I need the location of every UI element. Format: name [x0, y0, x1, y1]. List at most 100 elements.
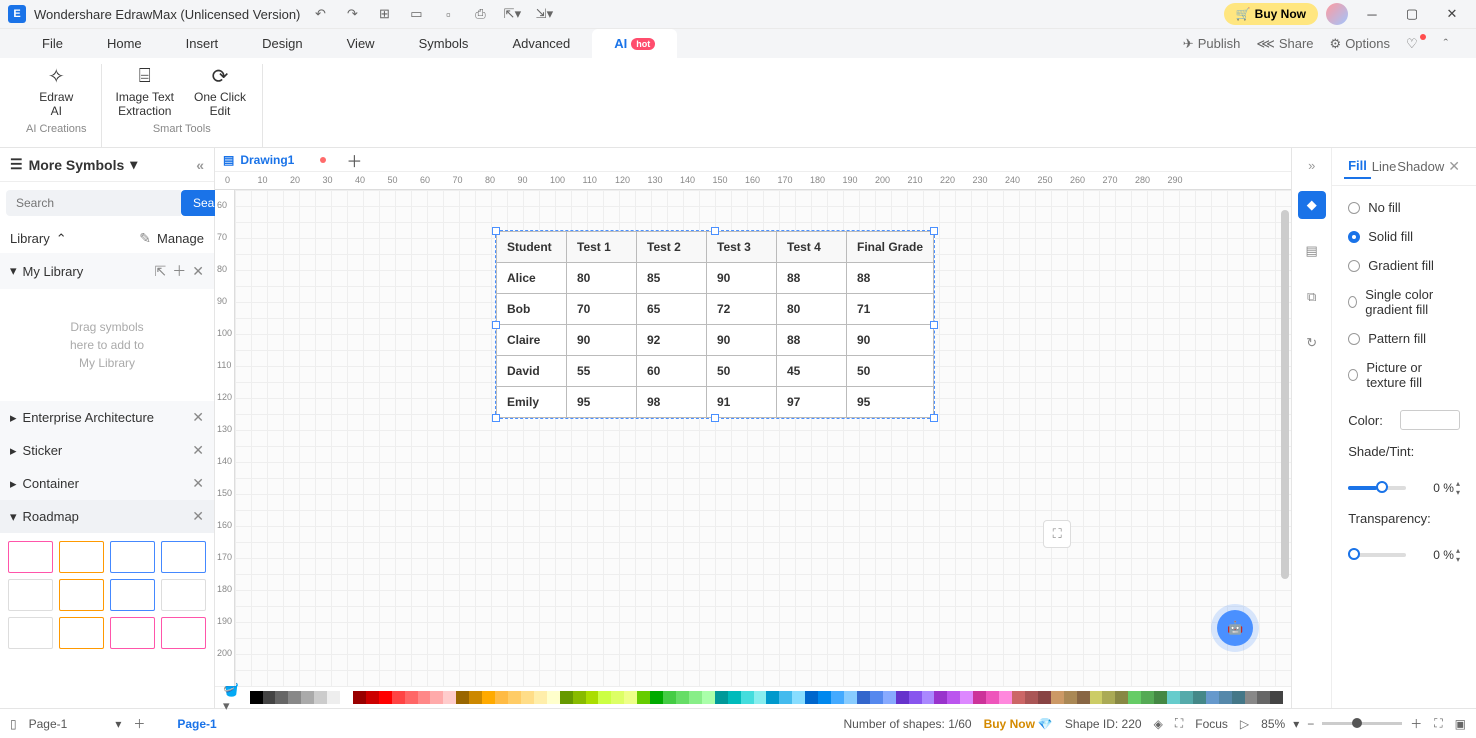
menu-home[interactable]: Home [85, 29, 164, 59]
user-avatar[interactable] [1326, 3, 1348, 25]
color-swatch[interactable] [430, 691, 443, 704]
fit-page-icon[interactable]: ⛶ [1434, 716, 1442, 731]
table-header-cell[interactable]: Test 4 [777, 232, 847, 263]
publish-button[interactable]: ✈ Publish [1175, 36, 1249, 52]
color-swatch[interactable] [922, 691, 935, 704]
close-section-icon[interactable]: ✕ [192, 475, 204, 492]
import-icon[interactable]: ⇲▾ [532, 2, 556, 26]
table-cell[interactable]: 55 [567, 356, 637, 387]
color-swatch[interactable] [1193, 691, 1206, 704]
color-swatch[interactable] [353, 691, 366, 704]
table-header-cell[interactable]: Test 3 [707, 232, 777, 263]
shape-thumb[interactable] [59, 579, 104, 611]
close-panel-icon[interactable]: ✕ [1444, 158, 1464, 175]
menu-advanced[interactable]: Advanced [490, 29, 592, 59]
radio-picture-fill[interactable]: Picture or texture fill [1348, 360, 1460, 390]
color-swatch[interactable] [766, 691, 779, 704]
color-swatch[interactable] [1102, 691, 1115, 704]
color-swatch[interactable] [663, 691, 676, 704]
color-swatch[interactable] [1115, 691, 1128, 704]
color-swatch[interactable] [1038, 691, 1051, 704]
shape-thumb[interactable] [161, 541, 206, 573]
color-swatch[interactable] [650, 691, 663, 704]
page-layout-icon[interactable]: ▯ [10, 717, 17, 731]
color-swatch[interactable] [340, 691, 353, 704]
add-page-icon[interactable]: ＋ [133, 715, 145, 732]
color-swatch[interactable] [883, 691, 896, 704]
table-cell[interactable]: Emily [497, 387, 567, 418]
color-swatch[interactable] [934, 691, 947, 704]
color-swatch[interactable] [1245, 691, 1258, 704]
print-icon[interactable]: ⎙ [468, 2, 492, 26]
radio-single-gradient[interactable]: Single color gradient fill [1348, 287, 1460, 317]
search-input[interactable] [6, 190, 181, 216]
color-swatch[interactable] [301, 691, 314, 704]
color-swatch[interactable] [1270, 691, 1283, 704]
add-tab-button[interactable]: ＋ [346, 148, 362, 172]
scrollbar-thumb[interactable] [1281, 210, 1289, 579]
table-cell[interactable]: 95 [847, 387, 934, 418]
shape-thumb[interactable] [161, 579, 206, 611]
notification-icon[interactable]: ♡ [1398, 36, 1436, 52]
selection-handle[interactable] [711, 414, 719, 422]
color-swatch[interactable] [624, 691, 637, 704]
table-row[interactable]: Alice8085908888 [497, 263, 934, 294]
table-cell[interactable]: 92 [637, 325, 707, 356]
vtab-history-icon[interactable]: ↻ [1298, 329, 1326, 357]
focus-icon[interactable]: ⛶ [1175, 716, 1183, 731]
color-swatch[interactable] [960, 691, 973, 704]
focus-label[interactable]: Focus [1195, 717, 1228, 731]
shade-slider[interactable] [1348, 486, 1406, 490]
color-swatch[interactable] [1128, 691, 1141, 704]
shape-thumb[interactable] [59, 617, 104, 649]
table-cell[interactable]: 71 [847, 294, 934, 325]
color-swatch[interactable] [482, 691, 495, 704]
table-cell[interactable]: 98 [637, 387, 707, 418]
shape-thumb[interactable] [8, 617, 53, 649]
tab-shadow[interactable]: Shadow [1397, 155, 1444, 178]
table-cell[interactable]: 97 [777, 387, 847, 418]
buy-now-status[interactable]: Buy Now 💎 [984, 717, 1053, 731]
color-swatch[interactable] [702, 691, 715, 704]
color-swatch[interactable] [754, 691, 767, 704]
color-swatch[interactable] [896, 691, 909, 704]
color-swatch[interactable] [973, 691, 986, 704]
selection-handle[interactable] [930, 227, 938, 235]
color-swatch[interactable] [495, 691, 508, 704]
color-swatch[interactable] [418, 691, 431, 704]
table-cell[interactable]: 90 [567, 325, 637, 356]
color-swatch[interactable] [792, 691, 805, 704]
more-symbols-title[interactable]: More Symbols [29, 157, 125, 173]
table-cell[interactable]: Alice [497, 263, 567, 294]
layers-icon[interactable]: ◈ [1154, 717, 1163, 731]
color-swatch[interactable] [366, 691, 379, 704]
section-sticker[interactable]: ▸ Sticker✕ [0, 434, 214, 467]
save-icon[interactable]: ▫ [436, 2, 460, 26]
color-swatch[interactable] [1167, 691, 1180, 704]
radio-solid-fill[interactable]: Solid fill [1348, 229, 1460, 244]
color-swatch[interactable] [1051, 691, 1064, 704]
shape-thumb[interactable] [110, 617, 155, 649]
color-swatch[interactable] [314, 691, 327, 704]
color-swatch[interactable] [831, 691, 844, 704]
close-lib-icon[interactable]: ✕ [192, 263, 204, 280]
shape-thumb[interactable] [59, 541, 104, 573]
menu-insert[interactable]: Insert [164, 29, 241, 59]
table-cell[interactable]: 50 [707, 356, 777, 387]
table-cell[interactable]: 60 [637, 356, 707, 387]
color-swatch[interactable] [637, 691, 650, 704]
stepper-down-icon[interactable]: ▾ [1456, 555, 1460, 564]
one-click-edit-button[interactable]: ⟳ One Click Edit [192, 64, 248, 119]
undo-icon[interactable]: ↶ [308, 2, 332, 26]
table-cell[interactable]: 80 [567, 263, 637, 294]
color-swatch[interactable] [1012, 691, 1025, 704]
share-button[interactable]: ⋘ Share [1248, 36, 1321, 52]
color-swatch[interactable] [1064, 691, 1077, 704]
window-minimize-icon[interactable]: ─ [1356, 2, 1388, 26]
manage-icon[interactable]: ✎ [139, 230, 151, 247]
color-swatch[interactable] [456, 691, 469, 704]
color-swatch[interactable] [327, 691, 340, 704]
selection-handle[interactable] [492, 227, 500, 235]
table-cell[interactable]: 91 [707, 387, 777, 418]
color-swatch[interactable] [844, 691, 857, 704]
